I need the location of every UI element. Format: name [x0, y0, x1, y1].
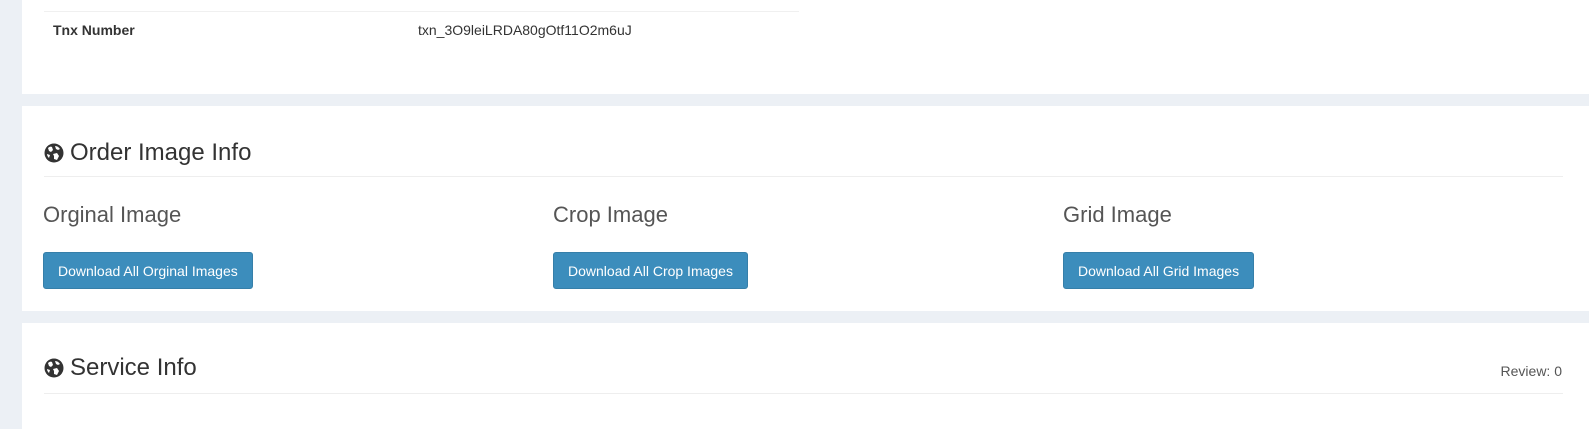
section-title-text: Service Info [70, 354, 197, 381]
grid-image-title: Grid Image [1063, 202, 1172, 227]
globe-icon [44, 143, 64, 163]
table-divider [44, 11, 799, 12]
section-title-text: Order Image Info [70, 139, 252, 166]
download-crop-images-button[interactable]: Download All Crop Images [553, 252, 748, 289]
section-divider [44, 393, 1563, 394]
tnx-number-value: txn_3O9leiLRDA80gOtf11O2m6uJ [418, 22, 632, 38]
download-grid-images-button[interactable]: Download All Grid Images [1063, 252, 1255, 289]
section-divider [44, 176, 1563, 177]
globe-icon [44, 358, 64, 378]
service-info-heading: Service Info [44, 354, 197, 382]
transaction-panel: Tnx Number txn_3O9leiLRDA80gOtf11O2m6uJ [22, 0, 1589, 94]
review-count: Review: 0 [1500, 363, 1562, 379]
tnx-number-label: Tnx Number [53, 22, 135, 38]
crop-image-title: Crop Image [553, 202, 668, 227]
order-image-info-heading: Order Image Info [44, 139, 251, 167]
download-original-images-button[interactable]: Download All Orginal Images [43, 252, 253, 289]
original-image-title: Orginal Image [43, 202, 182, 227]
service-info-panel: Service Info Review: 0 [22, 323, 1589, 429]
order-image-info-panel: Order Image Info Orginal Image Crop Imag… [22, 106, 1589, 311]
